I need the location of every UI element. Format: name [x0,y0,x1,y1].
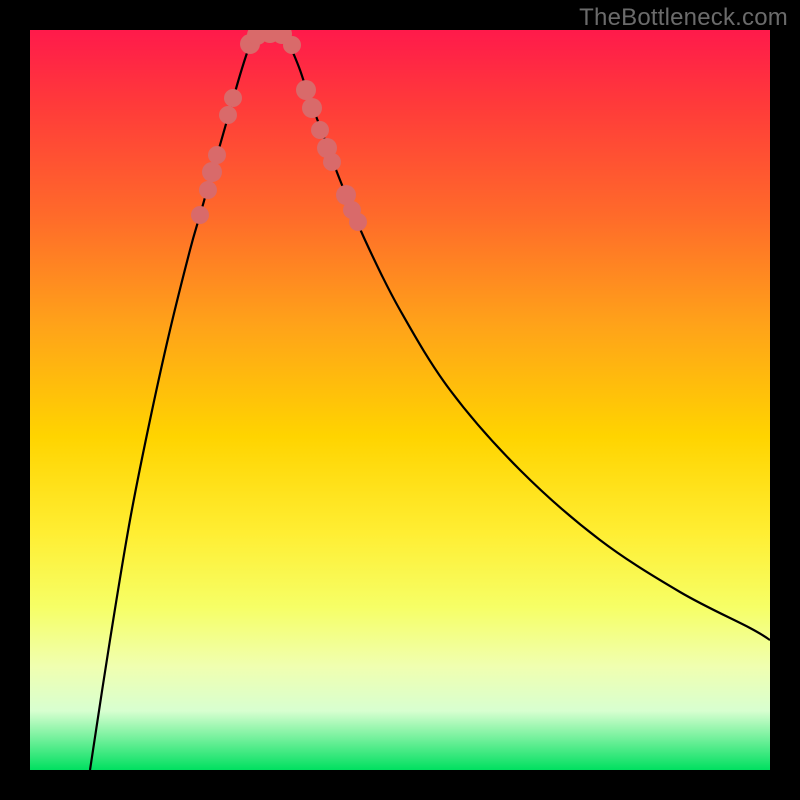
data-point [349,213,367,231]
watermark-text: TheBottleneck.com [579,4,788,32]
plot-area [30,30,770,770]
data-point [202,162,222,182]
data-point [224,89,242,107]
data-point [208,146,226,164]
data-point [199,181,217,199]
chart-frame: TheBottleneck.com [0,0,800,800]
data-point [191,206,209,224]
data-point [311,121,329,139]
data-point [219,106,237,124]
data-point [283,36,301,54]
data-point [323,153,341,171]
dot-layer [30,30,770,770]
data-point [302,98,322,118]
data-point [296,80,316,100]
